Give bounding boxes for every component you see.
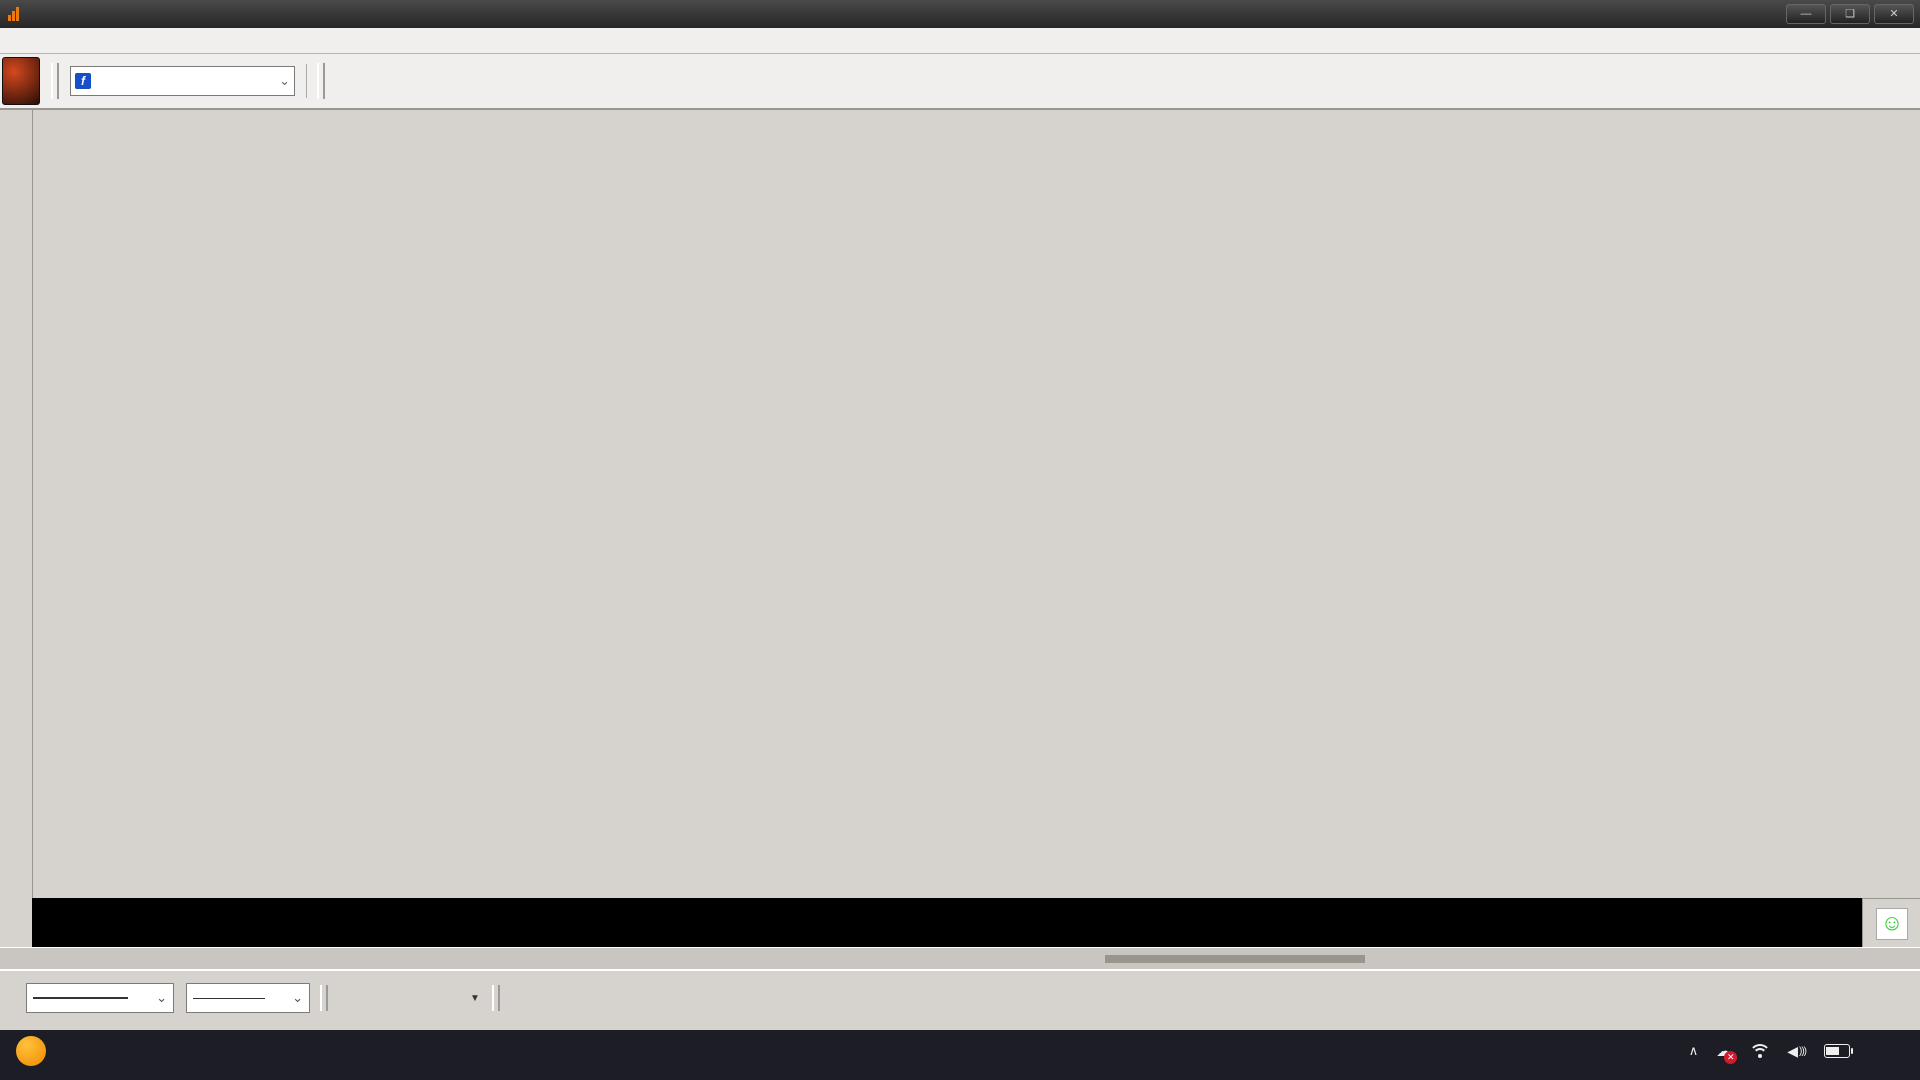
template-dropdown[interactable]: f ⌄	[70, 66, 295, 96]
battery-icon[interactable]	[1824, 1044, 1850, 1058]
chevron-down-icon: ⌄	[146, 990, 167, 1006]
tray-chevron-icon[interactable]: ∧	[1689, 1043, 1699, 1059]
style-toolbar: ⌄ ⌄ ▼	[0, 969, 1920, 1032]
smiley-icon[interactable]: ☺	[1876, 908, 1908, 940]
minimize-button[interactable]: —	[1786, 4, 1826, 24]
chevron-down-icon: ⌄	[279, 73, 290, 89]
wifi-icon[interactable]	[1749, 1044, 1769, 1058]
formula-icon: f	[75, 73, 91, 89]
title-bar: — ❑ ✕	[0, 0, 1920, 28]
scrollbar-thumb[interactable]	[1105, 955, 1365, 963]
line-style-sample	[33, 997, 128, 999]
sun-icon	[16, 1036, 46, 1066]
toolbar-grip[interactable]	[492, 985, 500, 1011]
chevron-down-icon: ⌄	[282, 990, 303, 1006]
onedrive-error-badge: ✕	[1724, 1051, 1737, 1064]
volume-icon[interactable]: ◀)))	[1787, 1043, 1806, 1060]
palette-dropdown-arrow[interactable]: ▼	[470, 993, 480, 1004]
chart-workspace: ☺	[0, 110, 1920, 947]
toolbar-grip[interactable]	[320, 985, 328, 1011]
chart-scrollbar-row	[0, 947, 1920, 970]
power-console-button[interactable]	[2, 57, 40, 105]
onedrive-icon[interactable]: ☁✕	[1716, 1042, 1731, 1060]
month-row	[32, 924, 1862, 947]
date-axis	[32, 898, 1862, 924]
app-logo	[0, 7, 23, 21]
maximize-button[interactable]: ❑	[1830, 4, 1870, 24]
toolbar-grip[interactable]	[317, 63, 325, 99]
main-toolbar: f ⌄	[0, 54, 1920, 110]
line-weight-sample	[193, 998, 265, 999]
windows-taskbar: ∧ ☁✕ ◀)))	[0, 1030, 1920, 1080]
metastock-logo-icon	[8, 7, 19, 21]
line-weight-dropdown[interactable]: ⌄	[186, 983, 310, 1013]
menu-bar	[0, 28, 1920, 54]
toolbar-grip[interactable]	[51, 63, 59, 99]
drawing-toolbar	[0, 110, 33, 947]
weather-widget[interactable]	[16, 1036, 56, 1066]
metastock-window: — ❑ ✕ f ⌄ ☺	[0, 0, 1920, 1080]
smiley-box: ☺	[1862, 898, 1920, 949]
close-button[interactable]: ✕	[1874, 4, 1914, 24]
line-style-dropdown[interactable]: ⌄	[26, 983, 174, 1013]
